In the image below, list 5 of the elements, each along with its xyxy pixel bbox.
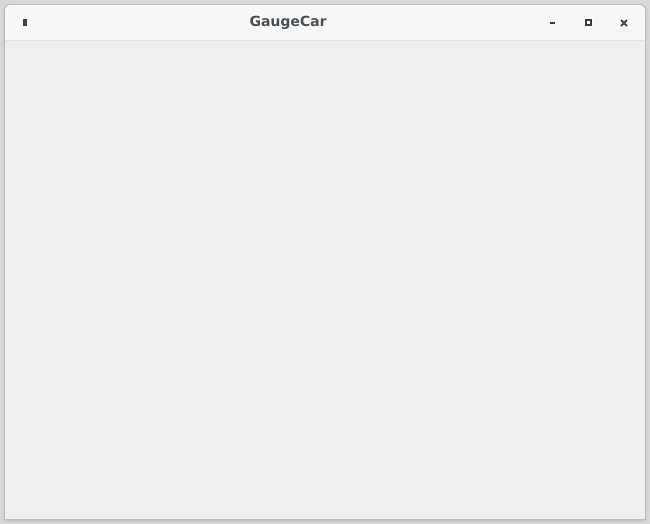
- minimize-icon: [550, 22, 554, 24]
- close-icon: [620, 18, 628, 26]
- maximize-icon: [584, 19, 592, 26]
- window-title: GaugeCar: [249, 13, 327, 32]
- window-menu-icon: [23, 19, 27, 26]
